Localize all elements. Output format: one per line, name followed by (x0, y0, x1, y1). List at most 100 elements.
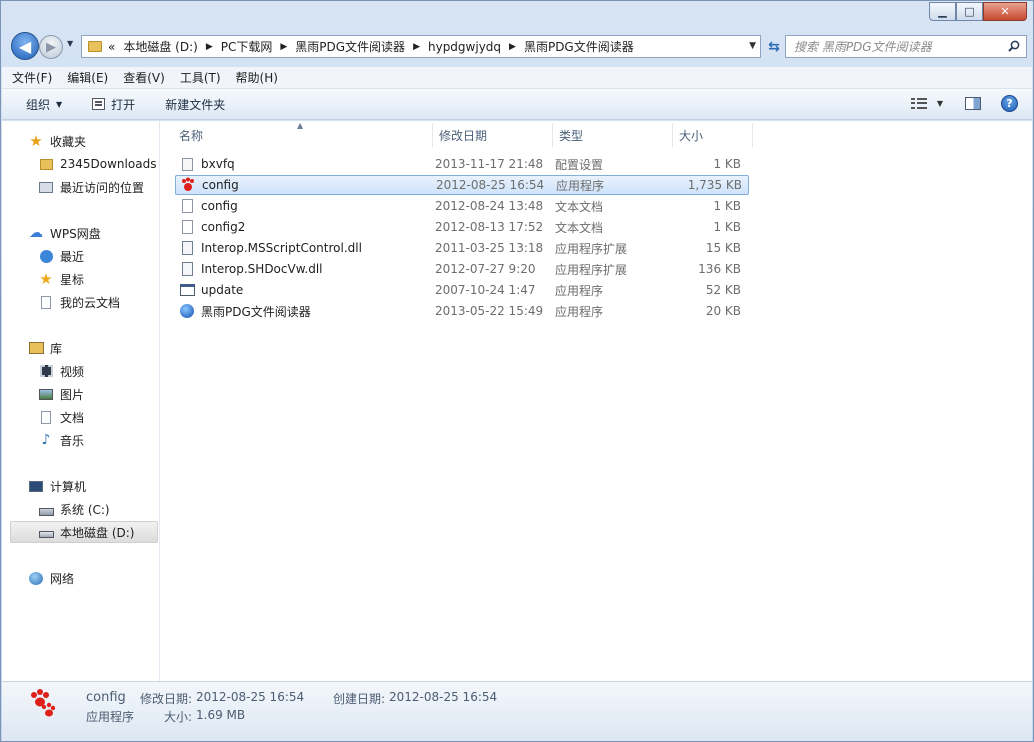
view-details-icon[interactable] (910, 97, 927, 110)
nav-2345downloads[interactable]: 2345Downloads (38, 153, 156, 175)
nav-wps-cloud-docs-label: 我的云文档 (60, 295, 121, 310)
file-row-selected[interactable]: config 2012-08-25 16:54 应用程序 1,735 KB (175, 175, 749, 195)
column-modified-label: 修改日期 (439, 128, 488, 143)
file-type: 应用程序扩展 (555, 262, 628, 277)
file-size: 1 KB (713, 157, 741, 171)
menu-view[interactable]: 查看(V) (123, 69, 165, 86)
new-folder-button[interactable]: 新建文件夹 (165, 96, 225, 113)
details-size-label: 大小: (164, 710, 193, 724)
navigation-pane[interactable]: ★ 收藏夹 2345Downloads 最近访问的位置 ☁ WPS网盘 最近 ★ (2, 121, 160, 681)
menu-file[interactable]: 文件(F) (12, 69, 52, 86)
nav-libraries-label: 库 (50, 341, 63, 356)
refresh-button[interactable]: ⇆ (763, 35, 785, 58)
nav-network[interactable]: 网络 (28, 567, 74, 589)
help-icon[interactable]: ? (1001, 95, 1018, 112)
nav-system-c[interactable]: 系统 (C:) (38, 498, 110, 520)
view-controls: ▼ ? (910, 95, 1018, 112)
file-name: config (202, 178, 239, 192)
nav-2345downloads-label: 2345Downloads (60, 157, 157, 171)
nav-wps-drive[interactable]: ☁ WPS网盘 (28, 222, 101, 244)
file-row[interactable]: update 2007-10-24 1:47 应用程序 52 KB (175, 280, 749, 300)
nav-pictures[interactable]: 图片 (38, 383, 84, 405)
nav-music[interactable]: ♪ 音乐 (38, 429, 84, 451)
recent-places-icon (38, 179, 54, 195)
maximize-button[interactable]: □ (956, 2, 983, 21)
system-drive-icon (38, 501, 54, 517)
nav-recent-places[interactable]: 最近访问的位置 (38, 176, 144, 198)
chevron-right-icon[interactable]: ▶ (413, 42, 420, 52)
nav-system-c-label: 系统 (C:) (60, 502, 110, 517)
nav-favorites[interactable]: ★ 收藏夹 (28, 130, 86, 152)
network-icon (28, 570, 44, 586)
chevron-right-icon[interactable]: ▶ (280, 42, 287, 52)
details-created-value: 2012-08-25 16:54 (389, 690, 498, 704)
file-type: 文本文档 (555, 220, 604, 235)
library-icon (28, 340, 44, 356)
cloud-icon: ☁ (29, 225, 43, 241)
search-input[interactable]: 搜索 黑雨PDG文件阅读器 (785, 35, 1027, 58)
menu-tools[interactable]: 工具(T) (180, 69, 221, 86)
details-pane: config 应用程序 修改日期: 2012-08-25 16:54 大小: 1… (2, 681, 1032, 741)
nav-videos-label: 视频 (60, 364, 85, 379)
file-list[interactable]: 名称 ▲ 修改日期 类型 大小 bxvfq 2013-11-17 21:48 配… (161, 121, 1032, 681)
nav-documents[interactable]: 文档 (38, 406, 84, 428)
dll-file-icon (179, 240, 195, 256)
search-icon[interactable] (1008, 40, 1020, 52)
menu-edit[interactable]: 编辑(E) (67, 69, 108, 86)
arrow-right-icon: ▶ (46, 39, 56, 55)
breadcrumb-current-folder[interactable]: 黑雨PDG文件阅读器 (524, 38, 634, 55)
nav-computer[interactable]: 计算机 (28, 475, 86, 497)
column-size-label: 大小 (679, 128, 704, 143)
address-dropdown[interactable]: ▼ (749, 41, 756, 51)
column-type-label: 类型 (559, 128, 584, 143)
details-size-value: 1.69 MB (196, 708, 246, 722)
breadcrumb-heiyu-pdg[interactable]: 黑雨PDG文件阅读器 (295, 38, 405, 55)
column-modified[interactable]: 修改日期 (433, 123, 553, 147)
nav-network-label: 网络 (50, 571, 75, 586)
nav-documents-label: 文档 (60, 410, 85, 425)
document-icon (38, 409, 54, 425)
settings-file-icon (179, 156, 195, 172)
recent-pages-dropdown[interactable]: ▼ (67, 39, 73, 48)
nav-wps-recent[interactable]: 最近 (38, 245, 84, 267)
breadcrumb-local-disk-d[interactable]: 本地磁盘 (D:) (123, 38, 197, 55)
column-type[interactable]: 类型 (553, 123, 673, 147)
nav-wps-cloud-docs[interactable]: 我的云文档 (38, 291, 120, 313)
file-row[interactable]: 黑雨PDG文件阅读器 2013-05-22 15:49 应用程序 20 KB (175, 301, 749, 321)
file-row[interactable]: config 2012-08-24 13:48 文本文档 1 KB (175, 196, 749, 216)
view-options-dropdown[interactable]: ▼ (937, 99, 943, 108)
file-row[interactable]: config2 2012-08-13 17:52 文本文档 1 KB (175, 217, 749, 237)
file-date: 2007-10-24 1:47 (435, 283, 536, 297)
chevron-right-icon[interactable]: ▶ (206, 42, 213, 52)
chevron-right-icon[interactable]: ▶ (509, 42, 516, 52)
address-row: ◀ ▶ ▼ « 本地磁盘 (D:) ▶ PC下载网 ▶ 黑雨PDG文件阅读器 ▶… (9, 31, 1027, 61)
video-icon (38, 363, 54, 379)
nav-wps-starred[interactable]: ★ 星标 (38, 268, 84, 290)
address-bar[interactable]: « 本地磁盘 (D:) ▶ PC下载网 ▶ 黑雨PDG文件阅读器 ▶ hypdg… (81, 35, 761, 58)
breadcrumb-hypdgwjydq[interactable]: hypdgwjydq (428, 40, 501, 54)
file-row[interactable]: bxvfq 2013-11-17 21:48 配置设置 1 KB (175, 154, 749, 174)
nav-videos[interactable]: 视频 (38, 360, 84, 382)
file-row[interactable]: Interop.SHDocVw.dll 2012-07-27 9:20 应用程序… (175, 259, 749, 279)
forward-button[interactable]: ▶ (39, 35, 63, 59)
sort-ascending-icon: ▲ (297, 121, 304, 130)
minimize-button[interactable]: ▁ (929, 2, 956, 21)
new-folder-label: 新建文件夹 (165, 97, 226, 112)
breadcrumb-pc-download[interactable]: PC下载网 (221, 38, 273, 55)
organize-button[interactable]: 组织 ▼ (26, 96, 62, 113)
nav-libraries[interactable]: 库 (28, 337, 62, 359)
file-row[interactable]: Interop.MSScriptControl.dll 2011-03-25 1… (175, 238, 749, 258)
organize-label: 组织 (26, 97, 51, 112)
breadcrumb-overflow[interactable]: « (108, 40, 115, 54)
close-button[interactable]: ✕ (983, 2, 1027, 21)
back-button[interactable]: ◀ (11, 32, 39, 60)
open-button[interactable]: 打开 (92, 96, 135, 113)
nav-local-disk-d[interactable]: 本地磁盘 (D:) (10, 521, 158, 543)
column-size[interactable]: 大小 (673, 123, 753, 147)
file-name: config2 (201, 220, 246, 234)
column-name[interactable]: 名称 ▲ (173, 121, 433, 147)
star-icon: ★ (29, 132, 43, 150)
menu-help[interactable]: 帮助(H) (236, 69, 278, 86)
preview-pane-icon[interactable] (965, 97, 981, 110)
command-bar: 组织 ▼ 打开 新建文件夹 ▼ ? (2, 89, 1032, 120)
